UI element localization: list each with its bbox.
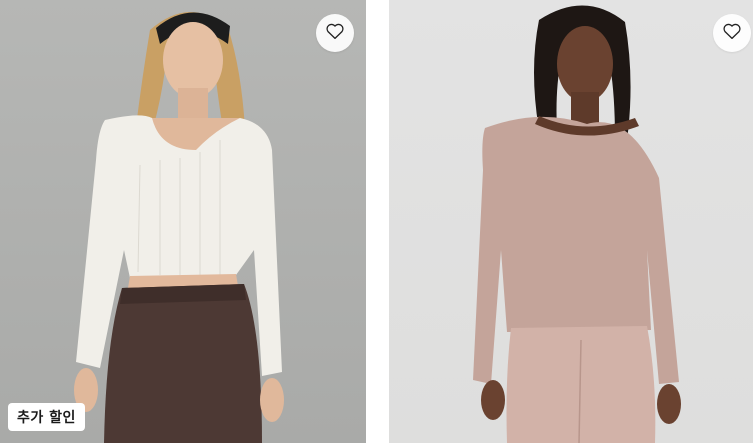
extra-discount-badge: 추가 할인 [8, 403, 85, 431]
card-gutter [366, 0, 389, 443]
product-image-off-shoulder-top[interactable] [389, 0, 753, 443]
heart-outline-icon [325, 22, 345, 44]
heart-outline-icon [722, 22, 742, 44]
product-card-left[interactable]: 추가 할인 [0, 0, 366, 443]
favorite-button[interactable] [713, 14, 751, 52]
product-card-right[interactable] [389, 0, 753, 443]
product-image-ribbed-top[interactable] [0, 0, 366, 443]
favorite-button[interactable] [316, 14, 354, 52]
